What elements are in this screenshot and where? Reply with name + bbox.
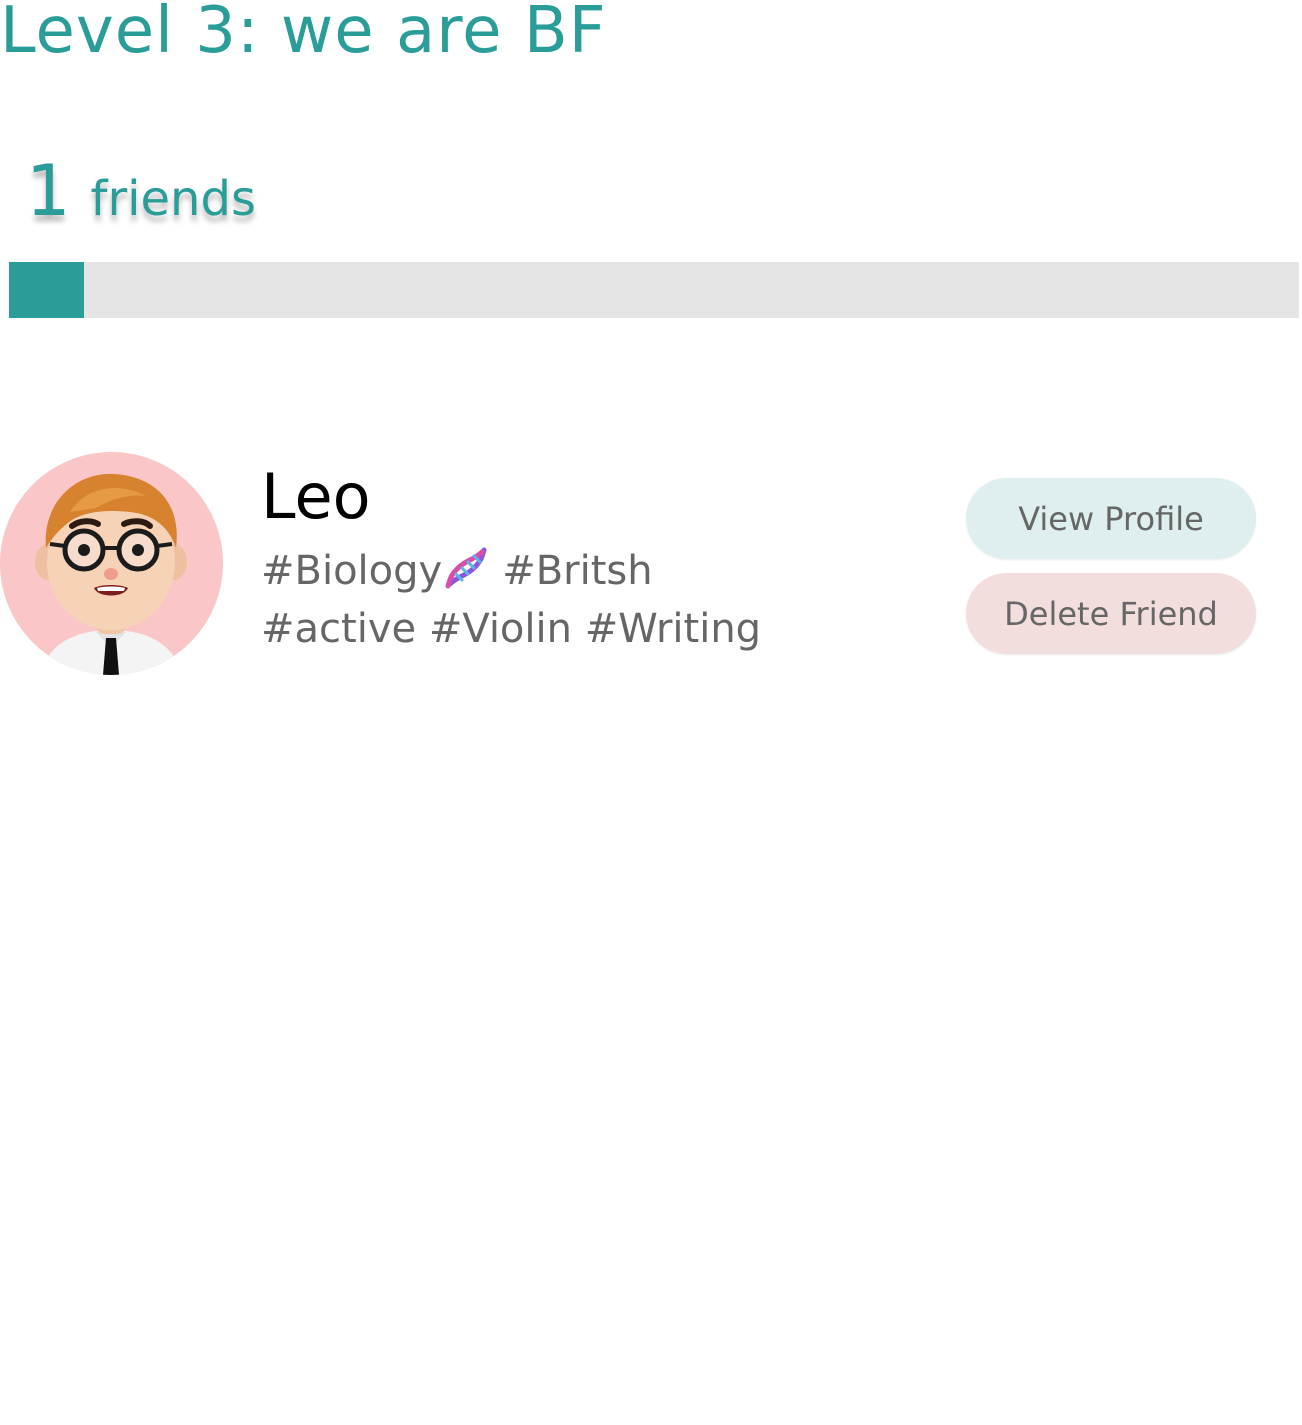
dna-icon xyxy=(444,546,488,600)
tag-britsh: #Britsh xyxy=(502,548,653,594)
friends-count-label: friends xyxy=(90,171,256,227)
friend-tags-line-2: #active #Violin #Writing xyxy=(261,606,762,652)
friends-count-number: 1 xyxy=(26,150,71,232)
view-profile-button[interactable]: View Profile xyxy=(966,478,1256,559)
friend-name: Leo xyxy=(261,460,371,533)
level-title: Level 3: we are BF xyxy=(0,0,607,68)
tag-biology: #Biology xyxy=(261,548,443,594)
friends-count: 1 friends xyxy=(26,150,256,240)
delete-friend-button[interactable]: Delete Friend xyxy=(966,573,1256,654)
friend-card: Leo #Biology #Britsh #active #Violin #Wr… xyxy=(0,452,1302,677)
avatar[interactable] xyxy=(0,452,223,675)
level-progress-bar xyxy=(9,262,1299,318)
friend-tags-line-1: #Biology #Britsh xyxy=(261,546,653,600)
avatar-cartoon-boy-icon xyxy=(35,473,187,675)
level-progress-fill xyxy=(9,262,84,318)
